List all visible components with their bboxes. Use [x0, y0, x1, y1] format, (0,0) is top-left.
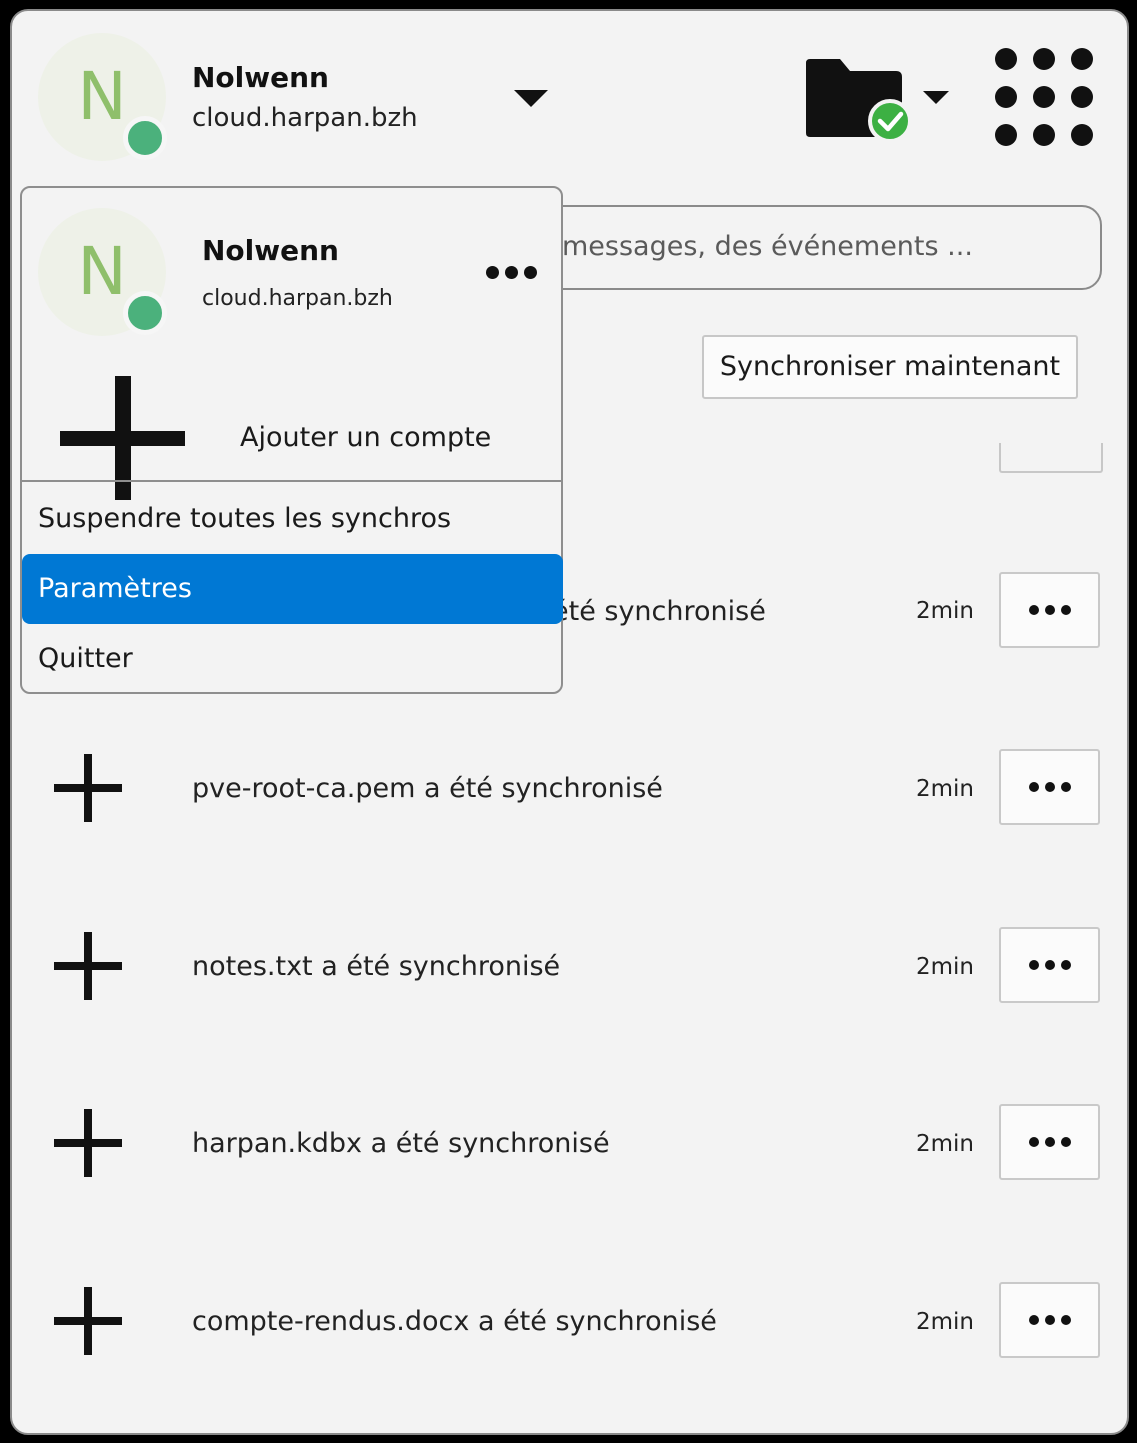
popup-account-server: cloud.harpan.bzh — [202, 286, 393, 311]
chevron-down-icon[interactable] — [514, 90, 548, 108]
main-window: N Nolwenn cloud.harpan.bzh messages, des… — [10, 9, 1129, 1435]
activity-time: 2min — [916, 598, 975, 624]
activity-time: 2min — [916, 1309, 975, 1335]
more-button[interactable] — [999, 749, 1100, 825]
account-server: cloud.harpan.bzh — [192, 103, 418, 133]
menu-item-quit[interactable]: Quitter — [22, 624, 563, 694]
plus-icon — [54, 932, 122, 1000]
add-account-label: Ajouter un compte — [240, 422, 492, 453]
more-icon — [1028, 1315, 1071, 1325]
more-icon — [1028, 1137, 1071, 1147]
folder-sync-icon[interactable] — [804, 57, 932, 157]
more-icon — [1028, 960, 1071, 970]
online-status-dot — [123, 291, 167, 335]
online-status-dot — [123, 116, 167, 160]
menu-item-settings[interactable]: Paramètres — [22, 554, 563, 624]
activity-text: pve-root-ca.pem a été synchronisé — [192, 773, 663, 804]
search-placeholder: messages, des événements ... — [562, 231, 973, 262]
activity-time: 2min — [916, 954, 975, 980]
activity-time: 2min — [916, 1131, 975, 1157]
more-button[interactable] — [999, 1282, 1100, 1358]
chevron-down-icon[interactable] — [923, 91, 949, 105]
plus-icon — [54, 754, 122, 822]
activity-text: compte-rendus.docx a été synchronisé — [192, 1306, 717, 1337]
more-icon — [1028, 605, 1071, 615]
popup-account-name: Nolwenn — [202, 234, 339, 267]
avatar-initial: N — [77, 58, 127, 135]
activity-text: été synchronisé — [552, 596, 766, 627]
account-name: Nolwenn — [192, 61, 329, 94]
hidden-button-edge — [999, 443, 1103, 473]
plus-icon — [54, 1287, 122, 1355]
avatar-initial: N — [77, 233, 127, 310]
more-button[interactable] — [999, 572, 1100, 648]
sync-now-button[interactable]: Synchroniser maintenant — [702, 335, 1078, 399]
plus-icon — [54, 1109, 122, 1177]
activity-text: notes.txt a été synchronisé — [192, 951, 561, 982]
account-options-icon[interactable] — [486, 266, 537, 279]
more-icon — [1028, 782, 1071, 792]
activity-text: harpan.kdbx a été synchronisé — [192, 1128, 610, 1159]
more-button[interactable] — [999, 1104, 1100, 1180]
apps-grid-icon[interactable] — [992, 45, 1098, 151]
account-menu-popup: N Nolwenn cloud.harpan.bzh Ajouter un co… — [20, 186, 563, 694]
menu-item-suspend-sync[interactable]: Suspendre toutes les synchros — [22, 484, 563, 554]
menu-divider — [22, 480, 563, 482]
more-button[interactable] — [999, 927, 1100, 1003]
activity-time: 2min — [916, 776, 975, 802]
